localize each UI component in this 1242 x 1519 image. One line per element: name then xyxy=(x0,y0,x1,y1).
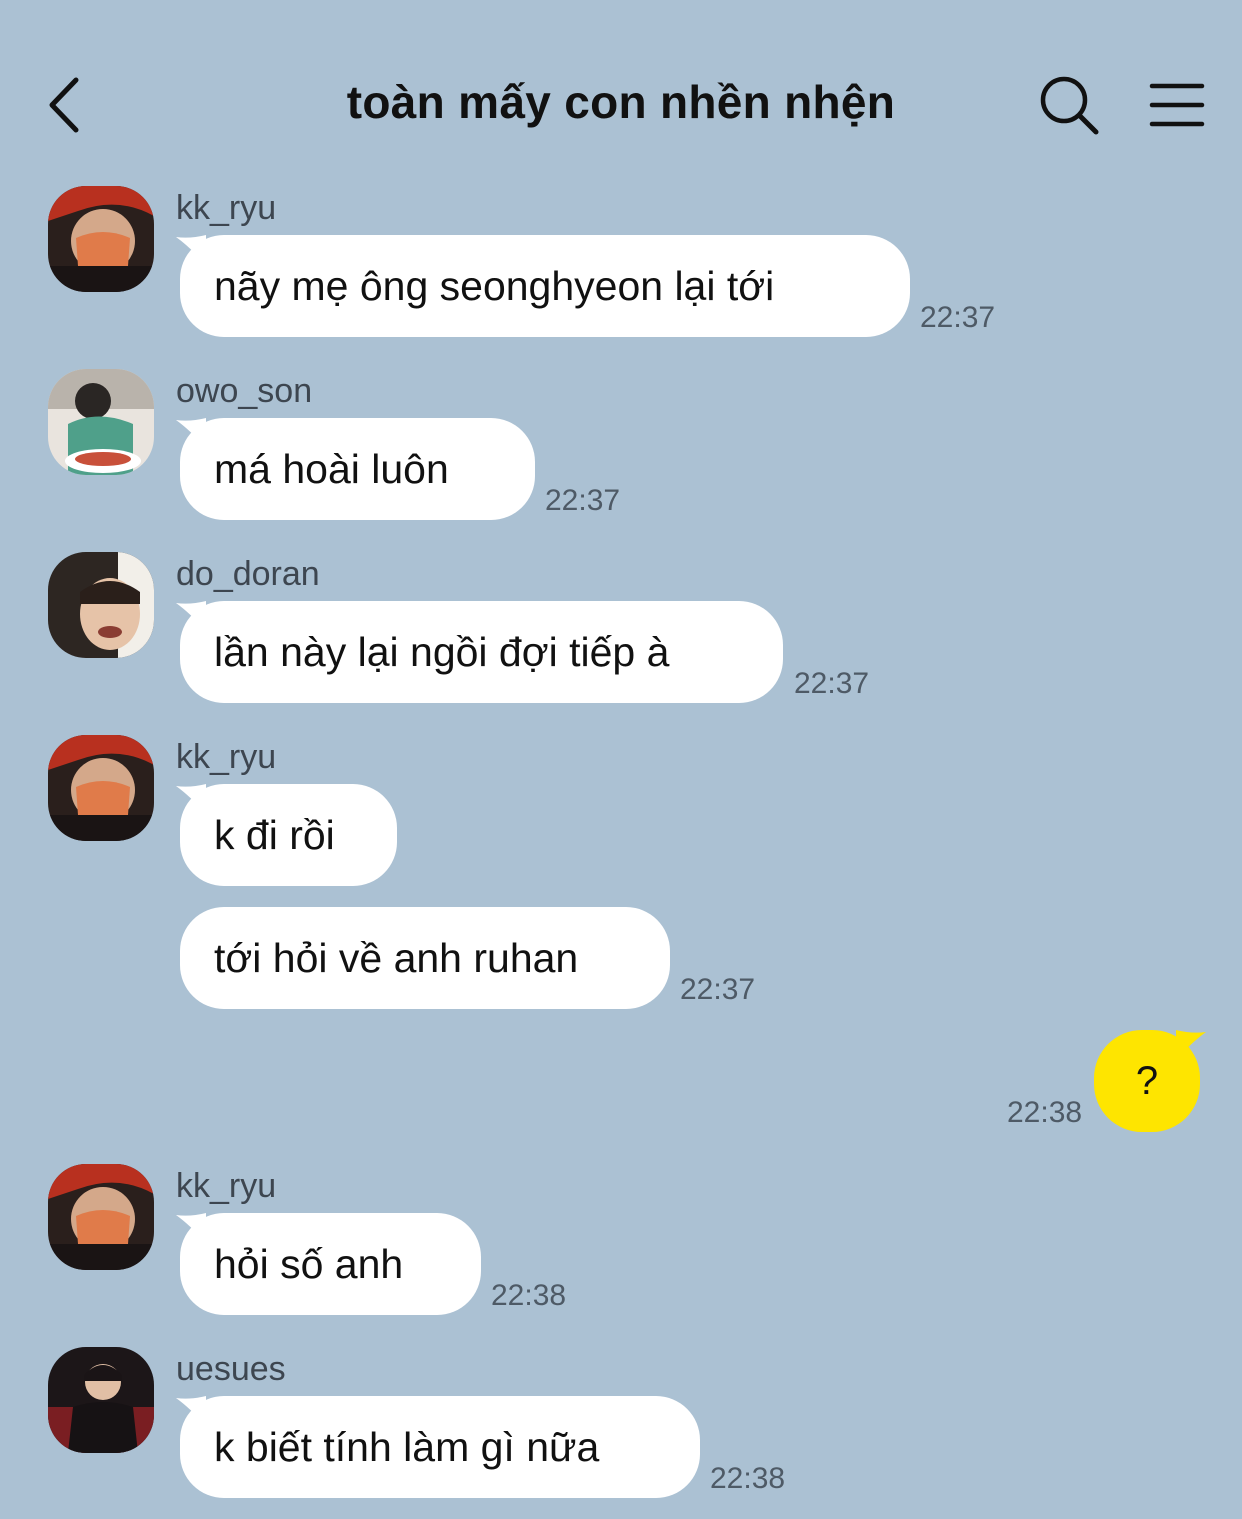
message-time: 22:37 xyxy=(794,667,870,700)
menu-button[interactable] xyxy=(1146,76,1208,134)
sender-name: kk_ryu xyxy=(176,189,277,227)
hamburger-menu-icon xyxy=(1149,83,1205,127)
message-bubble[interactable]: k đi rồi xyxy=(180,784,397,886)
my-message-bubble[interactable]: ? xyxy=(1094,1030,1200,1132)
message-bubble[interactable]: k biết tính làm gì nữa xyxy=(180,1396,700,1498)
message-time: 22:37 xyxy=(680,973,756,1006)
avatar-do-doran[interactable] xyxy=(48,552,154,658)
search-icon xyxy=(1040,76,1099,135)
message-bubble[interactable]: má hoài luôn xyxy=(180,418,535,520)
message-bubble[interactable]: hỏi số anh xyxy=(180,1213,481,1315)
message-time: 22:37 xyxy=(545,484,621,517)
sender-name: kk_ryu xyxy=(176,738,277,776)
avatar-owo-son[interactable] xyxy=(48,369,154,475)
search-button[interactable] xyxy=(1036,72,1102,138)
avatar-kk-ryu[interactable] xyxy=(48,735,154,841)
sender-name: do_doran xyxy=(176,555,320,593)
sender-name: uesues xyxy=(176,1350,286,1388)
message-bubble[interactable]: nãy mẹ ông seonghyeon lại tới xyxy=(180,235,910,337)
sender-name: owo_son xyxy=(176,372,313,410)
avatar-uesues[interactable] xyxy=(48,1347,154,1453)
sender-name: kk_ryu xyxy=(176,1167,277,1205)
message-time: 22:38 xyxy=(710,1462,786,1495)
avatar-kk-ryu[interactable] xyxy=(48,186,154,292)
chat-header: toàn mấy con nhền nhện xyxy=(0,0,1242,200)
message-time: 22:38 xyxy=(491,1279,567,1312)
avatar-kk-ryu[interactable] xyxy=(48,1164,154,1270)
message-bubble[interactable]: tới hỏi về anh ruhan xyxy=(180,907,670,1009)
message-time: 22:38 xyxy=(1007,1096,1083,1129)
message-bubble[interactable]: lần này lại ngồi đợi tiếp à xyxy=(180,601,783,703)
message-time: 22:37 xyxy=(920,301,996,334)
